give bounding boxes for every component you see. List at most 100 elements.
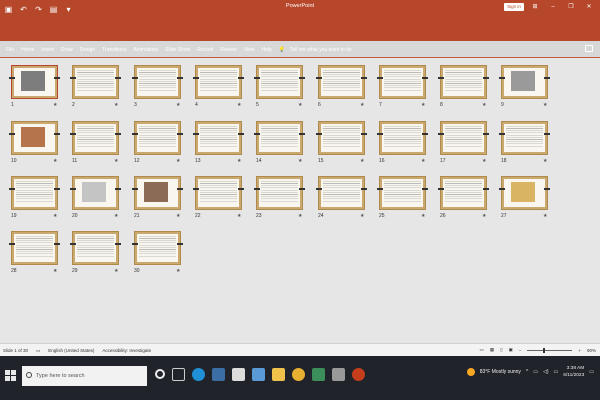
transition-star-icon[interactable]: ★ xyxy=(53,102,57,108)
slide-thumbnail[interactable] xyxy=(316,121,367,155)
transition-star-icon[interactable]: ★ xyxy=(482,158,486,164)
accessibility-status[interactable]: Accessibility: Investigate xyxy=(102,348,151,354)
transition-star-icon[interactable]: ★ xyxy=(543,213,547,219)
transition-star-icon[interactable]: ★ xyxy=(53,158,57,164)
transition-star-icon[interactable]: ★ xyxy=(176,158,180,164)
slide-thumbnail[interactable] xyxy=(377,121,428,155)
photos-icon[interactable] xyxy=(252,368,265,381)
network-icon[interactable]: ▭ xyxy=(533,369,538,375)
tell-me-search[interactable]: 💡 Tell me what you want to do xyxy=(279,47,359,53)
tab-insert[interactable]: Insert xyxy=(41,47,54,53)
transition-star-icon[interactable]: ★ xyxy=(114,158,118,164)
zoom-in-icon[interactable]: + xyxy=(578,348,581,353)
tab-draw[interactable]: Draw xyxy=(61,47,73,53)
transition-star-icon[interactable]: ★ xyxy=(482,213,486,219)
tab-review[interactable]: Review xyxy=(220,47,236,53)
slide-thumbnail[interactable] xyxy=(499,65,550,99)
transition-star-icon[interactable]: ★ xyxy=(421,213,425,219)
slide-sorter-pane[interactable]: 1 ★ 2 ★ 3 ★ 4 ★ 5 ★ 6 ★ 7 ★ 8 ★ 9 ★ 10 ★ 11 ★ 12 ★ 13 ★ 14 ★ 15 ★ 16 ★ 1… xyxy=(0,58,600,343)
slide-thumbnail[interactable] xyxy=(193,121,244,155)
tab-help[interactable]: Help xyxy=(261,47,271,53)
slide-thumbnail[interactable] xyxy=(9,121,60,155)
slide-thumbnail[interactable] xyxy=(377,65,428,99)
file-explorer-icon[interactable] xyxy=(272,368,285,381)
transition-star-icon[interactable]: ★ xyxy=(543,102,547,108)
chrome-icon[interactable] xyxy=(292,368,305,381)
clock[interactable]: 3:38 AM 6/11/2023 xyxy=(563,365,584,379)
volume-icon[interactable]: ◁) xyxy=(543,369,549,375)
slideshow-view-icon[interactable]: ▣ xyxy=(509,347,513,353)
transition-star-icon[interactable]: ★ xyxy=(360,158,364,164)
slide-thumbnail[interactable] xyxy=(193,65,244,99)
transition-star-icon[interactable]: ★ xyxy=(176,102,180,108)
cortana-icon[interactable] xyxy=(155,369,165,379)
tab-animations[interactable]: Animations xyxy=(133,47,158,53)
slide-thumbnail[interactable] xyxy=(499,176,550,210)
slide-thumbnail[interactable] xyxy=(316,65,367,99)
comments-icon[interactable] xyxy=(585,45,593,52)
task-view-icon[interactable] xyxy=(172,368,185,381)
transition-star-icon[interactable]: ★ xyxy=(421,158,425,164)
mail-icon[interactable] xyxy=(232,368,245,381)
transition-star-icon[interactable]: ★ xyxy=(421,102,425,108)
restore-icon[interactable]: ❐ xyxy=(562,2,580,12)
transition-star-icon[interactable]: ★ xyxy=(482,102,486,108)
transition-star-icon[interactable]: ★ xyxy=(53,268,57,274)
transition-star-icon[interactable]: ★ xyxy=(114,268,118,274)
transition-star-icon[interactable]: ★ xyxy=(237,102,241,108)
sign-in-button[interactable]: Sign in xyxy=(504,3,524,11)
slide-thumbnail[interactable] xyxy=(316,176,367,210)
slide-thumbnail[interactable] xyxy=(254,121,305,155)
slide-thumbnail[interactable] xyxy=(254,65,305,99)
taskbar-search-box[interactable]: Type here to search xyxy=(22,366,147,386)
slide-thumbnail[interactable] xyxy=(438,121,489,155)
weather-icon[interactable] xyxy=(466,368,475,376)
weather-text[interactable]: 83°F Mostly sunny xyxy=(480,369,521,375)
transition-star-icon[interactable]: ★ xyxy=(237,213,241,219)
slide-thumbnail[interactable] xyxy=(132,231,183,265)
language-status[interactable]: English (United States) xyxy=(48,348,94,354)
zoom-slider[interactable] xyxy=(527,347,573,353)
tab-home[interactable]: Home xyxy=(21,47,34,53)
slide-thumbnail[interactable] xyxy=(193,176,244,210)
edge-icon[interactable] xyxy=(192,368,205,381)
windows-start-icon[interactable] xyxy=(5,370,17,382)
tab-view[interactable]: View xyxy=(244,47,255,53)
slide-thumbnail[interactable] xyxy=(70,65,121,99)
slide-thumbnail[interactable] xyxy=(132,65,183,99)
slide-thumbnail[interactable] xyxy=(499,121,550,155)
transition-star-icon[interactable]: ★ xyxy=(176,268,180,274)
transition-star-icon[interactable]: ★ xyxy=(298,158,302,164)
slide-thumbnail[interactable] xyxy=(70,231,121,265)
transition-star-icon[interactable]: ★ xyxy=(298,213,302,219)
zoom-thumb[interactable] xyxy=(543,347,546,353)
tab-record[interactable]: Record xyxy=(197,47,213,53)
reading-view-icon[interactable]: ▯ xyxy=(500,347,502,353)
close-icon[interactable]: ✕ xyxy=(580,2,598,12)
store-icon[interactable] xyxy=(212,368,225,381)
transition-star-icon[interactable]: ★ xyxy=(114,213,118,219)
tab-transitions[interactable]: Transitions xyxy=(102,47,126,53)
slide-thumbnail[interactable] xyxy=(9,176,60,210)
powerpoint-icon[interactable] xyxy=(352,368,365,381)
normal-view-icon[interactable]: ▭ xyxy=(480,347,484,353)
transition-star-icon[interactable]: ★ xyxy=(114,102,118,108)
tab-design[interactable]: Design xyxy=(80,47,96,53)
zoom-out-icon[interactable]: – xyxy=(519,348,522,353)
slide-thumbnail[interactable] xyxy=(70,121,121,155)
slide-thumbnail[interactable] xyxy=(9,231,60,265)
slide-sorter-view-icon[interactable]: ▦ xyxy=(490,347,494,353)
slide-thumbnail[interactable] xyxy=(9,65,60,99)
slide-thumbnail[interactable] xyxy=(254,176,305,210)
slide-thumbnail[interactable] xyxy=(132,176,183,210)
notifications-icon[interactable]: ▭ xyxy=(589,369,594,375)
slide-thumbnail[interactable] xyxy=(132,121,183,155)
zoom-level[interactable]: 90% xyxy=(587,348,596,353)
tray-chevron-icon[interactable]: ^ xyxy=(526,369,528,375)
recorder-icon[interactable] xyxy=(332,368,345,381)
notes-icon[interactable]: ▭ xyxy=(36,348,40,354)
slide-thumbnail[interactable] xyxy=(438,176,489,210)
battery-icon[interactable]: ▭ xyxy=(554,369,559,375)
transition-star-icon[interactable]: ★ xyxy=(53,213,57,219)
slide-thumbnail[interactable] xyxy=(377,176,428,210)
